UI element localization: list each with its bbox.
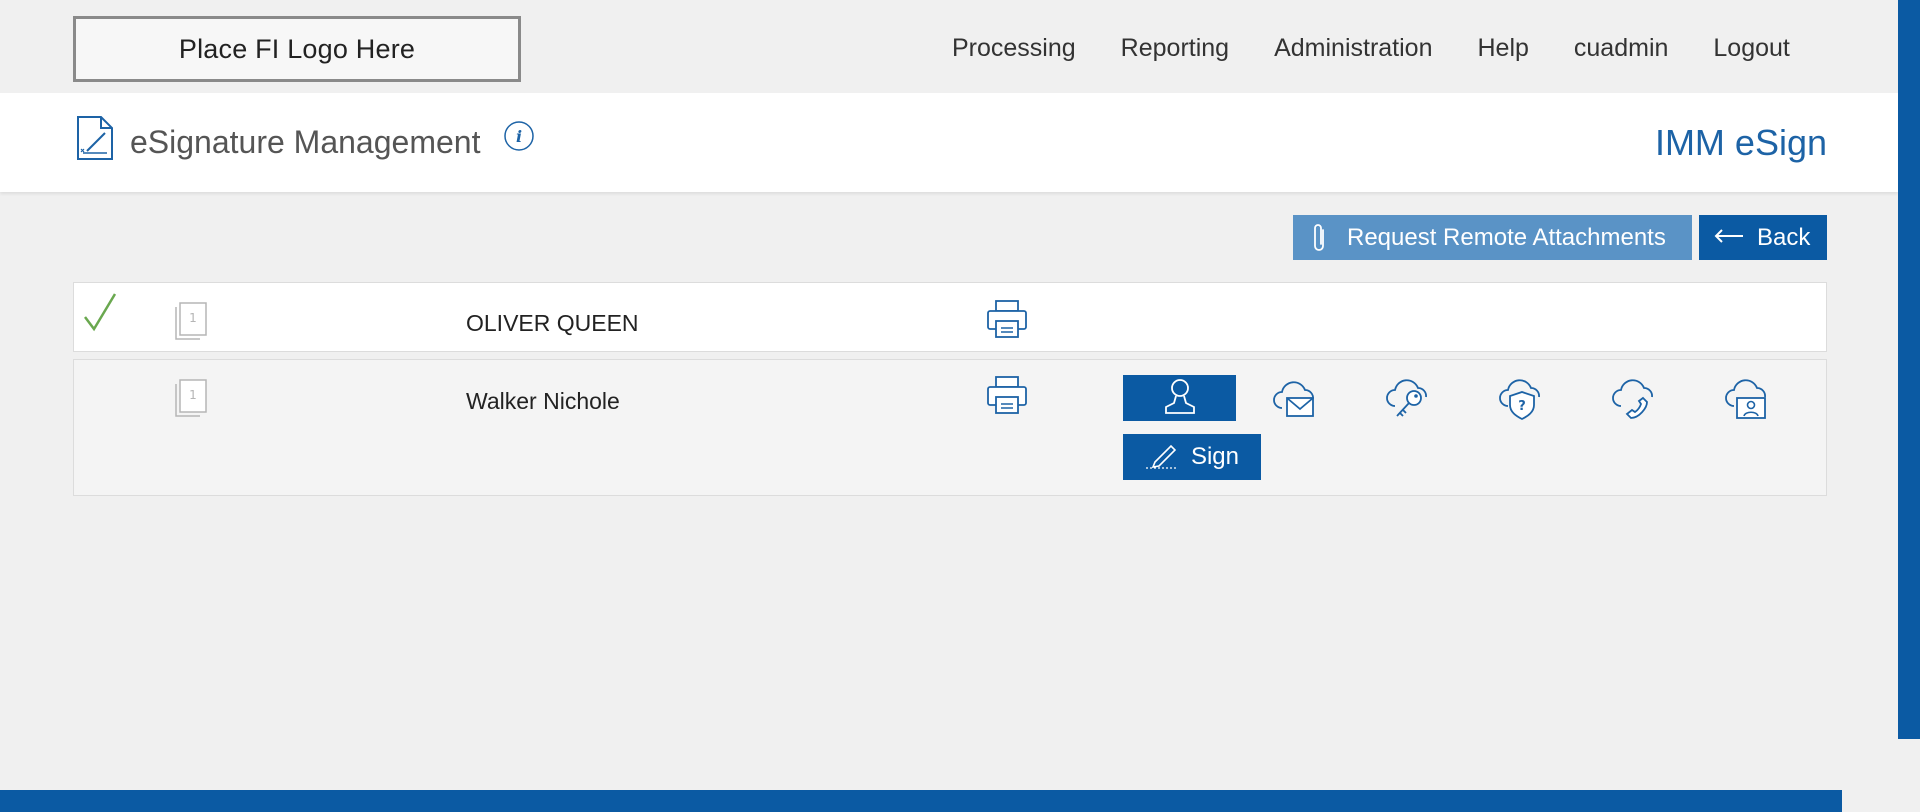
signer-name: OLIVER QUEEN [466,310,639,336]
key-cloud-icon[interactable] [1385,378,1431,422]
back-label: Back [1757,223,1811,251]
top-header: Place FI Logo Here Processing Reporting … [0,0,1898,93]
nav-administration[interactable]: Administration [1274,34,1432,63]
back-button[interactable]: Back [1699,215,1827,260]
svg-text:i: i [516,127,522,146]
pen-signature-icon [1145,444,1179,470]
info-icon[interactable]: i [503,120,535,157]
nav-user[interactable]: cuadmin [1574,34,1669,63]
nav-processing[interactable]: Processing [952,34,1076,63]
security-question-cloud-icon[interactable]: ? [1498,378,1544,422]
logo-placeholder: Place FI Logo Here [73,16,521,82]
signer-name: Walker Nichole [466,388,620,414]
printer-icon[interactable] [986,375,1028,420]
paperclip-icon [1311,222,1329,254]
nav-reporting[interactable]: Reporting [1121,34,1229,63]
nav-help[interactable]: Help [1477,34,1528,63]
sign-label: Sign [1190,443,1240,470]
in-person-auth-button[interactable] [1123,375,1236,421]
signer-row: 1 OLIVER QUEEN [73,282,1827,352]
page-title: eSignature Management [130,124,481,160]
person-icon [1163,377,1197,420]
brand-name: IMM eSign [1654,122,1827,163]
signature-document-icon [75,115,115,166]
printer-icon[interactable] [986,299,1028,344]
page-scrollbar[interactable] [1898,0,1920,739]
logo-text: Place FI Logo Here [178,33,416,64]
signer-row: 1 Walker Nichole ? Sign [73,359,1827,496]
svg-text:1: 1 [189,311,197,325]
sign-button[interactable]: Sign [1123,434,1261,480]
email-cloud-icon[interactable] [1272,378,1318,422]
nav-logout[interactable]: Logout [1713,34,1789,63]
checkmark-icon [82,291,118,338]
document-pages-icon: 1 [174,378,208,423]
arrow-left-icon [1713,228,1745,248]
document-pages-icon: 1 [174,301,208,346]
svg-text:1: 1 [189,388,197,402]
id-cloud-icon[interactable] [1724,378,1770,422]
footer-bar [0,790,1842,812]
phone-cloud-icon[interactable] [1611,378,1657,422]
main-nav: Processing Reporting Administration Help… [952,34,1835,63]
request-remote-attachments-button[interactable]: Request Remote Attachments [1293,215,1692,260]
request-remote-label: Request Remote Attachments [1347,223,1666,251]
scrollbar-gap [1898,739,1920,812]
svg-text:?: ? [1518,399,1526,414]
